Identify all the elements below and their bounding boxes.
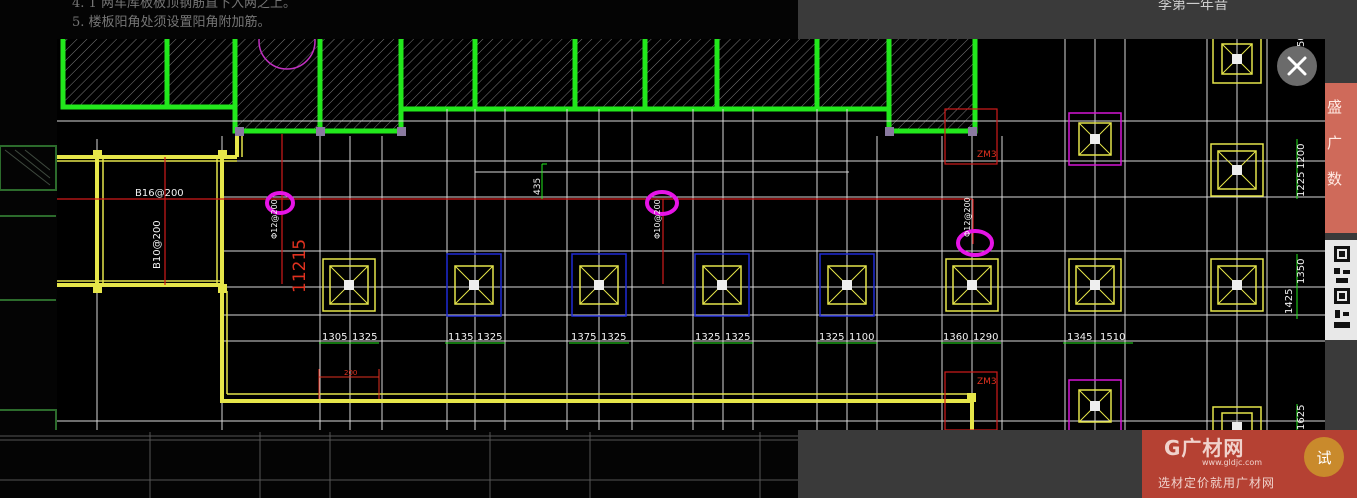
svg-text:1325: 1325 [695, 332, 720, 343]
svg-text:1325: 1325 [477, 332, 502, 343]
zm-label-bottom: ZM3 [977, 377, 997, 387]
rebar-label-2: Φ10@200 [653, 199, 662, 239]
svg-text:1325: 1325 [819, 332, 844, 343]
wall-hatch [63, 39, 975, 131]
ad-slogan: 选材定价就用广材网 [1158, 476, 1276, 490]
yellow-walls [57, 136, 974, 430]
rebar-label-1: Φ12@200 [270, 199, 279, 239]
right-dimension-labels: 1225 1200 1425 1350 1625 50 [1284, 39, 1307, 430]
svg-text:1135: 1135 [448, 332, 473, 343]
svg-text:1305: 1305 [322, 332, 347, 343]
side-promo-text: 盛广数 [1327, 98, 1343, 188]
svg-text:1360: 1360 [943, 332, 968, 343]
ad-banner[interactable]: G广材网 www.gldjc.com 选材定价就用广材网 试 [1142, 430, 1357, 498]
svg-text:1290: 1290 [973, 332, 998, 343]
svg-text:1375: 1375 [571, 332, 596, 343]
svg-text:1350: 1350 [1296, 259, 1307, 284]
svg-text:1425: 1425 [1284, 289, 1295, 314]
qr-code-icon [1334, 246, 1350, 328]
svg-text:1100: 1100 [849, 332, 874, 343]
highlight-circles [265, 190, 994, 257]
svg-text:1225: 1225 [1296, 172, 1307, 197]
ad-try-button[interactable]: 试 [1304, 437, 1344, 477]
dimension-vertical: 11215 [290, 239, 310, 293]
dimension-small: 435 [533, 178, 543, 195]
close-button[interactable] [1277, 46, 1317, 86]
side-promo-widget[interactable]: 盛广数 [1325, 83, 1357, 233]
right-caption: 李第一年音 [1158, 0, 1228, 13]
dimension-bottom-short: 200 [344, 369, 357, 377]
svg-text:1325: 1325 [601, 332, 626, 343]
svg-text:1325: 1325 [725, 332, 750, 343]
svg-text:1325: 1325 [352, 332, 377, 343]
ad-logo: G广材网 [1164, 436, 1245, 460]
svg-text:1625: 1625 [1296, 405, 1307, 430]
zm-label-top: ZM3 [977, 150, 997, 160]
rebar-label-3: Φ12@200 [963, 197, 972, 237]
left-rebar-label-2: B10@200 [152, 220, 163, 269]
svg-text:1510: 1510 [1100, 332, 1125, 343]
close-icon [1287, 56, 1307, 76]
svg-text:1200: 1200 [1296, 144, 1307, 169]
ad-url: www.gldjc.com [1202, 458, 1263, 467]
svg-text:1345: 1345 [1067, 332, 1092, 343]
left-rebar-label-1: B16@200 [135, 188, 184, 199]
cad-drawing: B16@200 B10@200 Φ12@200 Φ10@200 Φ12@200 … [57, 39, 1325, 430]
image-viewer[interactable]: B16@200 B10@200 Φ12@200 Φ10@200 Φ12@200 … [57, 39, 1325, 430]
dimension-lines [319, 139, 1298, 430]
screen: 4. 1 两车库板板顶钢筋直下入两之上。 5. 楼板阳角处须设置阳角附加筋。 李… [0, 0, 1357, 498]
qr-code[interactable] [1325, 240, 1357, 340]
